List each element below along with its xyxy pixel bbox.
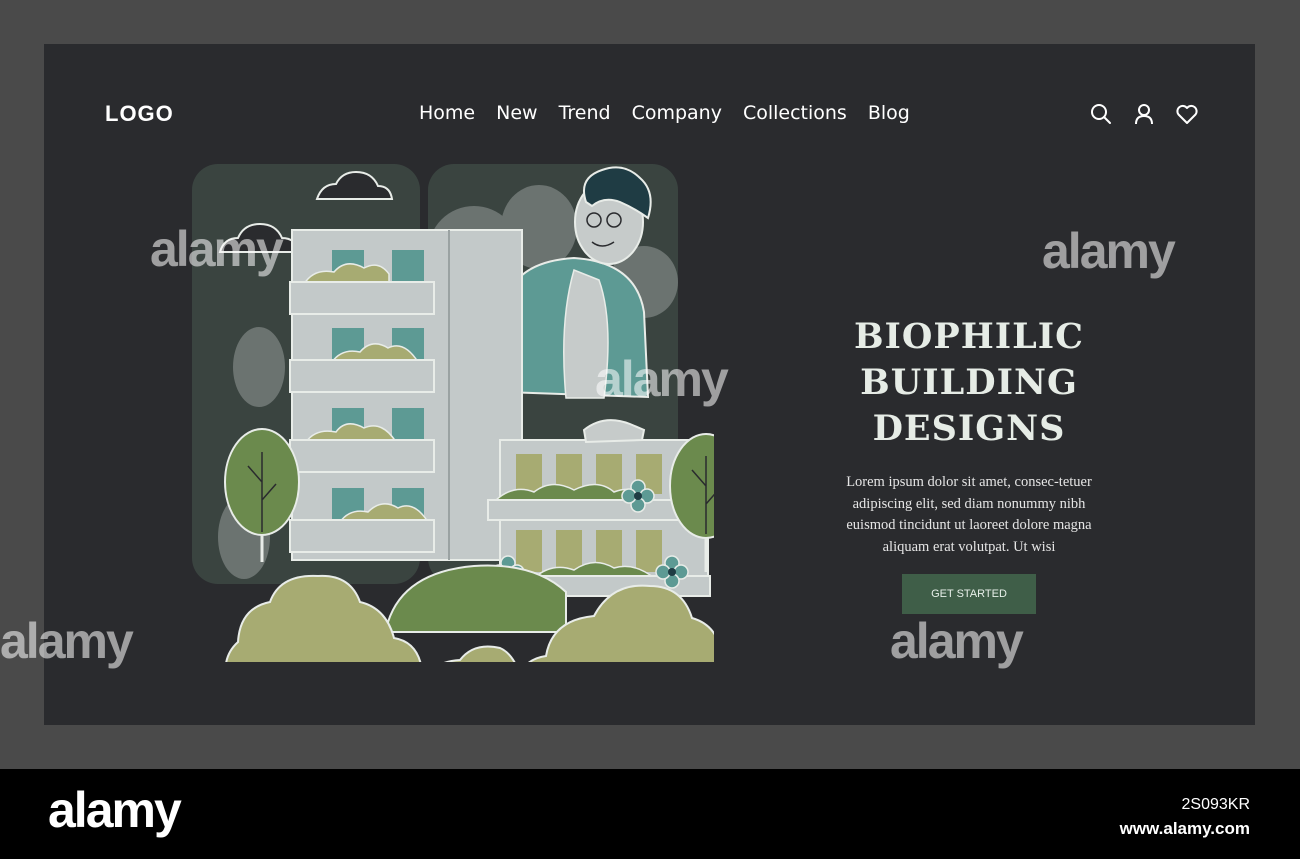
watermark: alamy [890, 613, 1024, 669]
get-started-button[interactable]: GET STARTED [902, 574, 1036, 614]
front-bush [443, 645, 516, 662]
nav-new[interactable]: New [496, 102, 537, 124]
nav-trend[interactable]: Trend [559, 102, 611, 124]
bg-tree [233, 327, 285, 407]
site-logo[interactable]: LOGO [105, 101, 174, 127]
footer-brand: alamy [48, 782, 182, 838]
heart-icon[interactable] [1175, 102, 1199, 126]
nav-blog[interactable]: Blog [868, 102, 910, 124]
watermark: alamy [0, 613, 134, 669]
nav-home[interactable]: Home [419, 102, 475, 124]
header-actions [1089, 102, 1199, 126]
hero-description: Lorem ipsum dolor sit amet, consec-tetue… [846, 474, 1092, 555]
nav-company[interactable]: Company [632, 102, 722, 124]
stock-footer: alamy 2S093KR www.alamy.com [0, 769, 1300, 859]
hero-title-line2: BUILDING DESIGNS [860, 362, 1078, 449]
hero-title: BIOPHILIC BUILDING DESIGNS [774, 314, 1164, 452]
main-nav: Home New Trend Company Collections Blog [419, 102, 910, 124]
footer-image-info: 2S093KR www.alamy.com [1120, 793, 1250, 841]
footer-url: www.alamy.com [1119, 819, 1250, 838]
ground-hill [387, 564, 567, 633]
watermark: alamy [1042, 223, 1176, 279]
hero-title-line1: BIOPHILIC [853, 316, 1085, 357]
user-icon[interactable] [1132, 102, 1156, 126]
hero-section: BIOPHILIC BUILDING DESIGNS Lorem ipsum d… [774, 314, 1164, 614]
image-id: 2S093KR [1181, 796, 1251, 813]
search-icon[interactable] [1089, 102, 1113, 126]
watermark: alamy [150, 221, 284, 277]
nav-collections[interactable]: Collections [743, 102, 847, 124]
watermark: alamy [595, 351, 729, 407]
